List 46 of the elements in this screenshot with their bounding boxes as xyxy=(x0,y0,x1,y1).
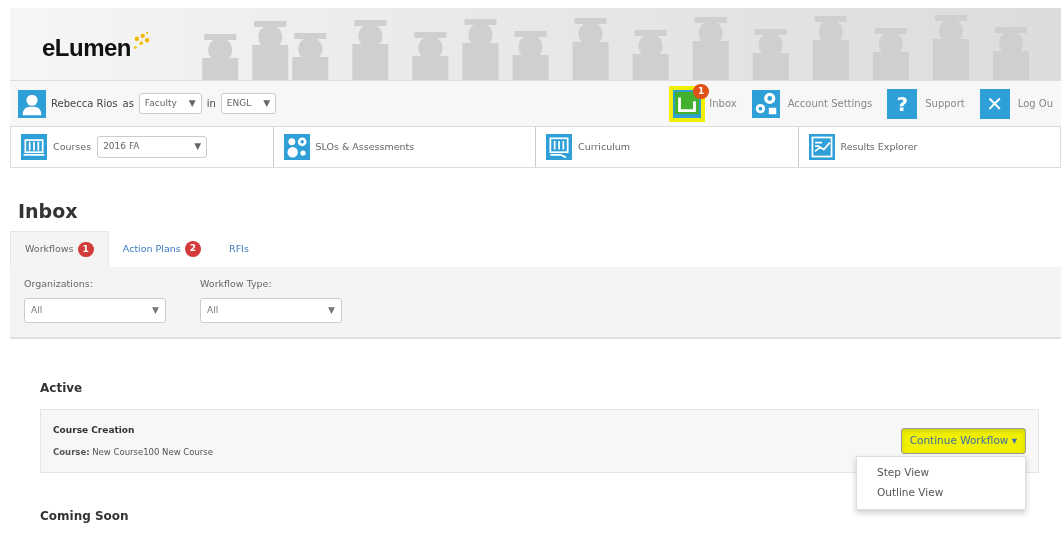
tab[interactable]: RFIs xyxy=(215,230,263,268)
role-select[interactable]: Faculty ▼ xyxy=(138,92,202,115)
caret-icon: ▼ xyxy=(152,303,159,318)
in-label: in xyxy=(206,97,216,111)
user-name: Rebecca Rios xyxy=(51,97,118,111)
monitor-icon[interactable] xyxy=(21,134,47,160)
caret-icon: ▼ xyxy=(328,303,335,318)
nav-link[interactable]: Results Explorer xyxy=(840,139,918,155)
header-link[interactable]: Inbox xyxy=(709,96,737,111)
nav-link[interactable]: Curriculum xyxy=(578,139,631,155)
menu-item[interactable]: Outline View xyxy=(857,482,964,503)
count-badge: 1 xyxy=(77,241,94,258)
header-link[interactable]: Support xyxy=(925,96,965,111)
tab[interactable]: Action Plans 2 xyxy=(108,230,216,268)
header-link[interactable]: Account Settings xyxy=(787,96,873,111)
caret-icon: ▼ xyxy=(194,140,202,154)
filter-label: Workflow Type: xyxy=(200,277,273,292)
section-title: Coming Soon xyxy=(40,508,129,526)
filter-select[interactable]: All ▼ xyxy=(200,297,342,324)
user-avatar-icon xyxy=(18,89,46,118)
as-label: as xyxy=(122,97,134,111)
header-link[interactable]: Log Ou xyxy=(1017,96,1053,111)
menu-item[interactable]: Step View xyxy=(857,463,950,483)
gears-icon[interactable] xyxy=(751,89,780,118)
close-icon[interactable]: ✕ xyxy=(979,88,1010,119)
workflow-title: Course Creation xyxy=(53,424,136,438)
notification-badge: 1 xyxy=(693,83,710,99)
chart-icon[interactable] xyxy=(808,134,835,160)
department-select[interactable]: ENGL ▼ xyxy=(220,92,277,115)
term-select[interactable]: 2016 FA ▼ xyxy=(97,136,208,158)
caret-icon: ▼ xyxy=(188,96,196,111)
nav-link[interactable]: SLOs & Assessments xyxy=(315,139,415,155)
filter-select[interactable]: All ▼ xyxy=(24,297,166,324)
continue-workflow-button[interactable]: Continue Workflow ▾ xyxy=(900,428,1026,455)
nav-link[interactable]: Courses xyxy=(53,139,92,155)
board-icon[interactable] xyxy=(546,134,572,160)
logo-text: eLumen xyxy=(42,33,131,63)
tab[interactable]: Workflows 1 xyxy=(10,230,109,268)
count-badge: 2 xyxy=(184,241,202,257)
page-title: Inbox xyxy=(18,200,79,223)
course-field: Course: New Course100 New Course xyxy=(53,445,213,459)
help-icon[interactable]: ? xyxy=(887,88,918,119)
caret-icon: ▼ xyxy=(263,96,271,111)
filter-label: Organizations: xyxy=(24,277,94,292)
section-title: Active xyxy=(40,380,83,398)
circles-icon[interactable] xyxy=(283,134,310,160)
